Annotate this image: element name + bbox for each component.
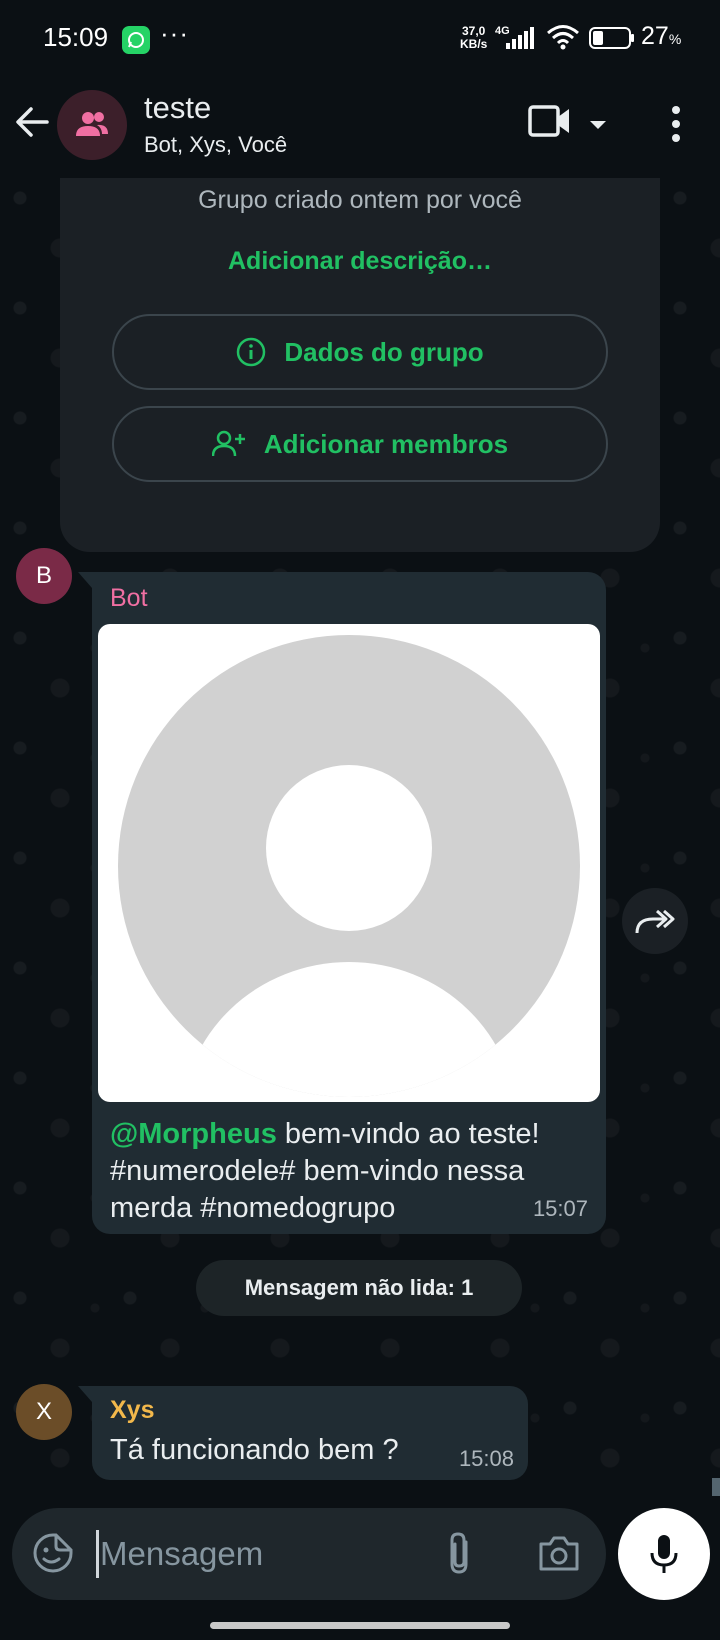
signal-icon — [506, 27, 536, 54]
forward-icon — [635, 909, 675, 934]
status-time: 15:09 — [43, 22, 109, 52]
more-options-icon[interactable] — [664, 104, 688, 149]
sticker-icon[interactable] — [32, 1532, 74, 1579]
chat-participants[interactable]: Bot, Xys, Você — [144, 132, 287, 158]
navigation-handle[interactable] — [210, 1622, 510, 1629]
avatar-bot[interactable]: B — [16, 548, 72, 604]
message-time: 15:07 — [532, 1196, 588, 1221]
default-avatar-icon — [118, 635, 580, 1097]
battery-icon — [589, 27, 635, 54]
message-input[interactable] — [100, 1526, 420, 1582]
video-call-icon[interactable] — [528, 104, 572, 143]
add-person-icon — [211, 430, 245, 457]
mention-link[interactable]: @Morpheus — [110, 1118, 277, 1150]
wifi-icon — [546, 24, 580, 55]
dropdown-arrow-icon[interactable] — [588, 118, 608, 136]
chat-header: teste Bot, Xys, Você — [0, 78, 720, 178]
add-members-button[interactable]: Adicionar membros — [112, 406, 608, 482]
back-arrow-icon[interactable] — [14, 104, 50, 145]
group-icon — [76, 112, 108, 136]
group-avatar[interactable] — [57, 90, 127, 160]
group-info-card: Grupo criado ontem por você Adicionar de… — [60, 178, 660, 552]
sender-name[interactable]: Bot — [110, 584, 148, 613]
group-data-button[interactable]: Dados do grupo — [112, 314, 608, 390]
info-icon — [237, 337, 266, 367]
message-bubble-bot[interactable]: Bot @Morpheus bem-vindo ao teste! #numer… — [78, 572, 606, 1234]
forward-button[interactable] — [622, 888, 688, 954]
microphone-icon — [650, 1535, 678, 1573]
chat-title[interactable]: teste — [144, 90, 211, 126]
add-description-link[interactable]: Adicionar descrição… — [60, 247, 660, 276]
group-created-text: Grupo criado ontem por você — [198, 186, 522, 214]
camera-icon[interactable] — [538, 1534, 580, 1577]
voice-record-button[interactable] — [618, 1508, 710, 1600]
message-composer — [12, 1508, 606, 1600]
unread-messages-divider: Mensagem não lida: 1 — [196, 1260, 522, 1316]
sender-name[interactable]: Xys — [110, 1396, 154, 1425]
profile-image-placeholder[interactable] — [98, 624, 600, 1102]
chat-area[interactable]: Grupo criado ontem por você Adicionar de… — [0, 178, 720, 1500]
message-text: @Morpheus bem-vindo ao teste! #numerodel… — [110, 1118, 540, 1224]
attach-icon[interactable] — [444, 1530, 474, 1581]
status-bar: 15:09 ··· 37,0 KB/s 4G 27% — [0, 0, 720, 78]
network-speed: 37,0 KB/s — [460, 24, 488, 51]
whatsapp-icon — [122, 26, 150, 54]
scroll-indicator[interactable] — [712, 1478, 720, 1496]
message-time: 15:08 — [458, 1446, 514, 1471]
avatar-xys[interactable]: X — [16, 1384, 72, 1440]
battery-percentage: 27% — [641, 22, 682, 50]
message-text: Tá funcionando bem ? — [110, 1434, 399, 1466]
message-bubble-xys[interactable]: Xys Tá funcionando bem ? 15:08 — [78, 1386, 528, 1480]
text-cursor — [96, 1530, 99, 1578]
notification-dots: ··· — [160, 18, 189, 48]
